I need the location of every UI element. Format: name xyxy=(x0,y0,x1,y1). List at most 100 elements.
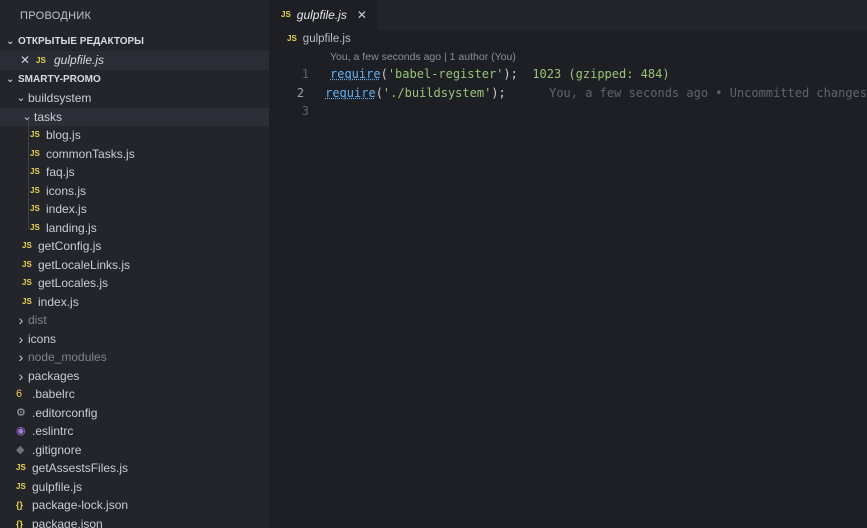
tree-item-label: package-lock.json xyxy=(32,498,129,512)
chevron-down-icon: ⌄ xyxy=(6,36,15,47)
tab-bar: JS gulpfile.js ✕ xyxy=(269,0,867,30)
tree-file[interactable]: JS blog.js xyxy=(0,126,269,145)
tree-file[interactable]: ◆ .gitignore xyxy=(0,441,269,460)
tree-item-label: blog.js xyxy=(46,128,81,142)
tree-file[interactable]: ◉ .eslintrc xyxy=(0,422,269,441)
file-tree: ⌄ buildsystem ⌄ tasks JS blog.js JS commonTasks… xyxy=(0,89,269,528)
code-punctuation: ( xyxy=(375,85,383,100)
project-title: SMARTY-PROMO xyxy=(18,74,101,85)
tree-file[interactable]: JS getAssestsFiles.js xyxy=(0,459,269,478)
import-size-hint: 1023 (gzipped: 484) xyxy=(532,67,670,81)
tree-folder[interactable]: › packages xyxy=(0,367,269,386)
tree-folder[interactable]: › dist xyxy=(0,311,269,330)
code-content xyxy=(309,102,330,121)
tree-file[interactable]: JS commonTasks.js xyxy=(0,145,269,164)
git-codelens[interactable]: You, a few seconds ago | 1 author (You) xyxy=(269,49,867,65)
code-punctuation: ); xyxy=(491,85,506,100)
tree-item-label: commonTasks.js xyxy=(46,146,135,161)
tree-folder[interactable]: ⌄ tasks xyxy=(0,107,269,126)
code-content: require('./buildsystem'); You, a few sec… xyxy=(304,84,867,103)
tree-item-label: node_modules xyxy=(28,350,107,364)
chevron-right-icon: › xyxy=(18,330,24,347)
chevron-right-icon: › xyxy=(18,312,24,328)
code-line[interactable]: 2 require('./buildsystem'); You, a few se… xyxy=(269,84,867,103)
open-editor-item[interactable]: ✕ JS gulpfile.js xyxy=(0,51,269,70)
js-file-icon: JS xyxy=(22,278,32,287)
tree-file[interactable]: ⚙ .editorconfig xyxy=(0,404,269,423)
tree-file[interactable]: JS getConfig.js xyxy=(0,237,269,256)
tree-item-label: index.js xyxy=(38,294,79,309)
code-punctuation: ); xyxy=(503,67,518,81)
code-content: require('babel-register'); 1023 (gzipped… xyxy=(309,65,670,84)
code-lines[interactable]: 1 require('babel-register'); 1023 (gzippe… xyxy=(269,65,867,121)
tree-item-label: getConfig.js xyxy=(38,239,102,253)
close-icon[interactable]: ✕ xyxy=(20,51,36,70)
js-file-icon: JS xyxy=(30,148,40,158)
chevron-right-icon: › xyxy=(18,367,24,384)
code-function: require xyxy=(330,67,381,81)
js-file-icon: JS xyxy=(287,34,297,43)
tree-file[interactable]: JS index.js xyxy=(0,293,269,312)
js-file-icon: JS xyxy=(22,259,32,269)
tree-file[interactable]: JS getLocaleLinks.js xyxy=(0,256,269,275)
editor-area: JS gulpfile.js ✕ JS gulpfile.js You, a f… xyxy=(269,0,867,528)
tree-item-label: buildsystem xyxy=(28,91,92,105)
explorer-title: ПРОВОДНИК xyxy=(20,10,92,22)
tree-item-label: landing.js xyxy=(46,220,97,235)
tree-file[interactable]: {} package-lock.json xyxy=(0,496,269,515)
git-icon: ◆ xyxy=(16,443,25,456)
tree-folder[interactable]: › node_modules xyxy=(0,348,269,367)
chevron-right-icon: › xyxy=(18,349,24,365)
tree-file[interactable]: JS landing.js xyxy=(0,219,269,238)
tree-item-label: tasks xyxy=(34,109,63,124)
line-number: 2 xyxy=(296,85,305,100)
babel-icon: 6 xyxy=(16,388,23,400)
project-header[interactable]: ⌄ SMARTY-PROMO xyxy=(0,70,269,89)
tree-file[interactable]: JS index.js xyxy=(0,200,269,219)
tree-item-label: .babelrc xyxy=(32,387,75,401)
eslint-icon: ◉ xyxy=(16,425,26,437)
tab-gulpfile[interactable]: JS gulpfile.js ✕ xyxy=(269,0,377,30)
code-punctuation: ( xyxy=(380,67,388,81)
code-string: 'babel-register' xyxy=(387,67,504,81)
close-icon[interactable]: ✕ xyxy=(357,0,367,30)
line-number: 1 xyxy=(301,67,309,81)
js-file-icon: JS xyxy=(16,481,26,491)
tree-file[interactable]: JS gulpfile.js xyxy=(0,478,269,497)
chevron-down-icon: ⌄ xyxy=(22,110,32,123)
tree-item-label: .editorconfig xyxy=(32,405,98,420)
js-file-icon: JS xyxy=(22,296,32,306)
tree-item-label: getLocaleLinks.js xyxy=(38,257,131,272)
tree-item-label: .eslintrc xyxy=(32,424,74,438)
indent-guide xyxy=(28,119,29,229)
open-editors-title: ОТКРЫТЫЕ РЕДАКТОРЫ xyxy=(18,36,144,47)
breadcrumb-filename[interactable]: gulpfile.js xyxy=(303,30,351,48)
chevron-down-icon: ⌄ xyxy=(16,92,26,104)
tree-item-label: dist xyxy=(28,313,47,327)
tree-file[interactable]: JS faq.js xyxy=(0,163,269,182)
js-file-icon: JS xyxy=(22,241,32,250)
js-file-icon: JS xyxy=(30,130,40,139)
tree-file[interactable]: JS icons.js xyxy=(0,182,269,201)
json-file-icon: {} xyxy=(16,518,24,528)
gear-icon: ⚙ xyxy=(16,406,26,419)
js-file-icon: JS xyxy=(30,185,40,195)
tree-file[interactable]: {} package.json xyxy=(0,515,269,528)
tree-file[interactable]: 6 .babelrc xyxy=(0,385,269,404)
explorer-sidebar: ПРОВОДНИК ⌄ ОТКРЫТЫЕ РЕДАКТОРЫ ✕ JS gulp… xyxy=(0,0,269,528)
open-editors-header[interactable]: ⌄ ОТКРЫТЫЕ РЕДАКТОРЫ xyxy=(0,32,269,51)
git-blame-annotation: You, a few seconds ago • Uncommitted cha… xyxy=(549,85,867,100)
tree-folder[interactable]: ⌄ buildsystem xyxy=(0,89,269,108)
code-line[interactable]: 1 require('babel-register'); 1023 (gzippe… xyxy=(269,65,867,84)
line-number: 3 xyxy=(301,104,309,118)
tree-folder[interactable]: › icons xyxy=(0,330,269,349)
breadcrumb[interactable]: JS gulpfile.js xyxy=(269,30,867,48)
json-file-icon: {} xyxy=(16,500,24,510)
tree-item-label: icons xyxy=(28,331,57,346)
tab-label: gulpfile.js xyxy=(296,8,347,22)
code-line[interactable]: 3 xyxy=(269,102,867,121)
tree-file[interactable]: JS getLocales.js xyxy=(0,274,269,293)
tree-item-label: faq.js xyxy=(46,165,75,179)
tree-item-label: .gitignore xyxy=(32,442,82,457)
code-function: require xyxy=(325,85,376,100)
